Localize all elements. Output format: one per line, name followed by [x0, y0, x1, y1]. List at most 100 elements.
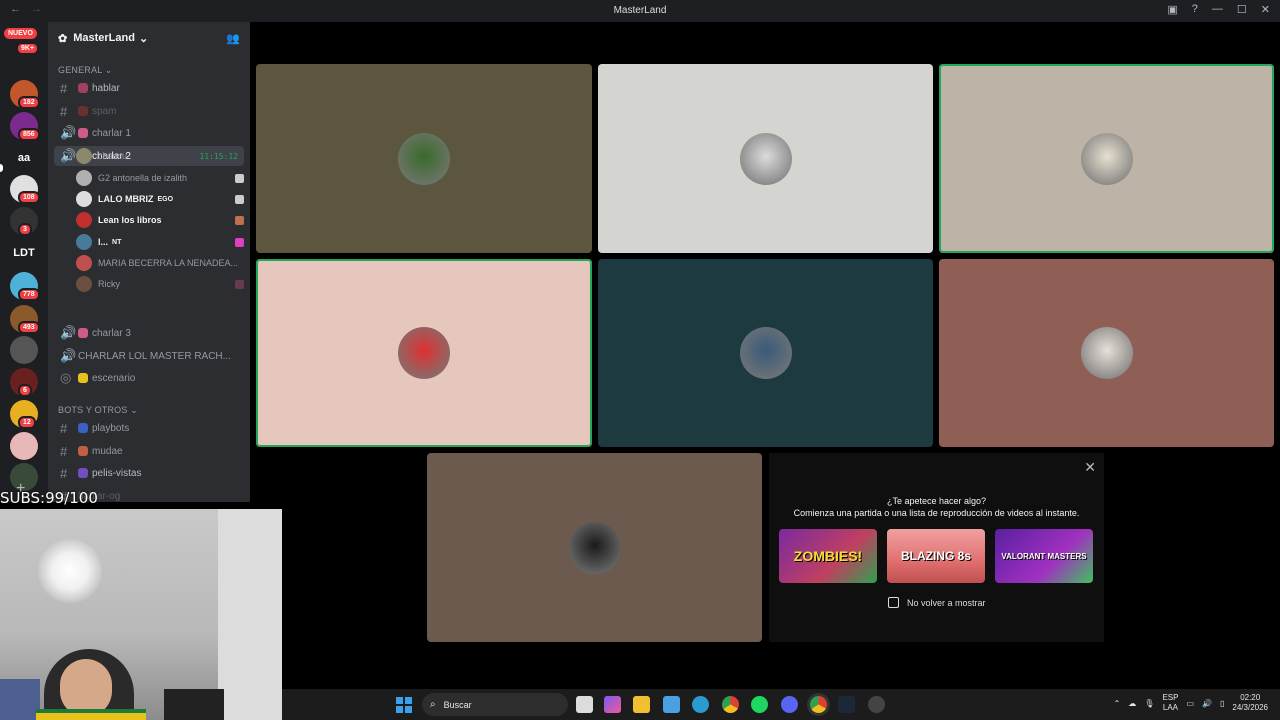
guild-header[interactable]: ✿ MasterLand ⌄ 👥: [48, 22, 250, 54]
voice-user[interactable]: MARIA BECERRA LA NENADEA...: [76, 253, 244, 273]
microphone-icon[interactable]: 🎙: [1144, 699, 1154, 708]
battery-icon[interactable]: ▯: [1220, 699, 1224, 708]
voice-user[interactable]: Lean los libros: [76, 210, 244, 230]
title-bar: ← → MasterLand ▣ ? — ☐ ✕: [0, 0, 1280, 22]
channel-mudae[interactable]: # mudae: [54, 441, 244, 461]
channel-charlar-3[interactable]: 🔊 charlar 3: [54, 323, 244, 343]
text-channel-icon: #: [60, 103, 68, 119]
category-general[interactable]: GENERAL ⌄: [58, 65, 113, 76]
voice-user[interactable]: Ricky: [76, 274, 244, 294]
add-friend-icon[interactable]: 👥: [226, 32, 240, 45]
channel-label: CHARLAR LOL MASTER RACH...: [78, 350, 231, 362]
clock-date: 24/3/2026: [1232, 703, 1268, 712]
close-icon[interactable]: ✕: [1084, 459, 1096, 476]
channel-emoji: [78, 328, 88, 338]
volume-icon[interactable]: 🔊: [1202, 699, 1212, 708]
channel-charlar-1[interactable]: 🔊 charlar 1: [54, 123, 244, 143]
voice-user[interactable]: G2 antonella de izalith: [76, 168, 244, 188]
channel-emoji: [78, 128, 88, 138]
server-icon[interactable]: LDT: [10, 239, 38, 267]
channel-emoji: [78, 423, 88, 433]
channel-label: charlar 3: [92, 327, 131, 339]
category-bots[interactable]: BOTS Y OTROS ⌄: [58, 405, 138, 416]
new-badge[interactable]: NUEVO: [4, 28, 37, 39]
chrome-active-icon[interactable]: [810, 696, 827, 713]
voice-user[interactable]: LALO MBRIZ EGO: [76, 189, 244, 209]
participant-tile[interactable]: [256, 259, 592, 447]
participant-tile[interactable]: [256, 64, 592, 253]
game-card-valorant[interactable]: VALORANT MASTERS: [995, 529, 1093, 583]
channel-emoji: [78, 373, 88, 383]
participant-tile[interactable]: [598, 64, 933, 253]
task-view-icon[interactable]: [576, 696, 593, 713]
channel-playbots[interactable]: # playbots: [54, 418, 244, 438]
discord-icon[interactable]: [781, 696, 798, 713]
app-icon[interactable]: [868, 696, 885, 713]
channel-label: charlar 1: [92, 127, 131, 139]
network-icon[interactable]: ▭: [1186, 699, 1194, 708]
voice-user[interactable]: chancu: [76, 146, 244, 166]
server-badge: 778: [18, 288, 40, 301]
dont-show-checkbox[interactable]: No volver a mostrar: [888, 597, 986, 608]
voice-user-name: Ricky: [98, 279, 120, 289]
store-icon[interactable]: [663, 696, 680, 713]
minimize-button[interactable]: —: [1212, 3, 1223, 16]
clock[interactable]: 02:20 24/3/2026: [1232, 693, 1268, 713]
server-icon[interactable]: aa: [10, 144, 38, 172]
channel-escenario[interactable]: ◎ escenario: [54, 368, 244, 388]
avatar: [76, 276, 92, 292]
activity-subtitle: Comienza una partida o una lista de repr…: [793, 508, 1080, 518]
chrome-icon[interactable]: [722, 696, 739, 713]
edge-icon[interactable]: [692, 696, 709, 713]
webcam-box: [164, 689, 224, 720]
server-icon[interactable]: [10, 336, 38, 364]
steam-icon[interactable]: [838, 696, 855, 713]
close-button[interactable]: ✕: [1261, 3, 1270, 16]
avatar: [76, 255, 92, 271]
speaker-icon: 🔊: [60, 325, 77, 340]
game-card-zombies[interactable]: ZOMBIES!: [779, 529, 877, 583]
chevron-up-icon[interactable]: ⌃: [1114, 699, 1121, 708]
server-rail: NUEVO 9K+ 182 856 aa 108 3 LDT 778 493 6 12 +: [0, 22, 48, 502]
onedrive-icon[interactable]: ☁: [1128, 699, 1136, 708]
game-card-blazing8s[interactable]: BLAZING 8s: [887, 529, 985, 583]
spotify-icon[interactable]: [751, 696, 768, 713]
language-indicator[interactable]: ESP LAA: [1162, 693, 1178, 713]
file-explorer-icon[interactable]: [633, 696, 650, 713]
system-tray: ⌃ ☁ 🎙 ESP LAA ▭ 🔊 ▯ 02:20 24/3/2026: [1114, 693, 1268, 713]
voice-user-name: Lean los libros: [98, 215, 162, 225]
channel-charlar-lol[interactable]: 🔊 CHARLAR LOL MASTER RACH...: [54, 346, 244, 366]
channel-label: hablar: [92, 82, 120, 94]
windows-start-icon[interactable]: [396, 697, 412, 713]
avatar: [76, 191, 92, 207]
checkbox-box[interactable]: [888, 597, 899, 608]
channel-pelis-vistas[interactable]: # pelis-vistas: [54, 463, 244, 483]
webcam-lamp: [38, 539, 102, 603]
avatar: [76, 212, 92, 228]
participant-avatar: [568, 521, 621, 574]
search-icon: ⌕: [430, 699, 436, 710]
webcam-shirt: [36, 709, 146, 720]
voice-user-name: LALO MBRIZ: [98, 194, 154, 204]
text-channel-icon: #: [60, 80, 68, 96]
participant-tile[interactable]: [939, 259, 1274, 447]
server-badge: 856: [18, 128, 40, 141]
channel-label: mudae: [92, 445, 123, 457]
copilot-icon[interactable]: [604, 696, 621, 713]
participant-tile[interactable]: [598, 259, 933, 447]
participant-tile[interactable]: [427, 453, 762, 642]
activity-question: ¿Te apetece hacer algo?: [886, 496, 987, 506]
channel-spam[interactable]: # spam: [54, 101, 244, 121]
participant-tile[interactable]: [939, 64, 1274, 253]
channel-emoji: [78, 446, 88, 456]
taskbar-search[interactable]: ⌕ Buscar: [422, 693, 568, 716]
help-icon[interactable]: ?: [1192, 3, 1198, 16]
inbox-icon[interactable]: ▣: [1167, 3, 1177, 16]
channel-hablar[interactable]: # hablar: [54, 78, 244, 98]
voice-user[interactable]: l... NT: [76, 232, 244, 252]
maximize-button[interactable]: ☐: [1237, 3, 1247, 16]
taskbar: ⌕ Buscar ⌃ ☁ 🎙 ESP LAA ▭ 🔊 ▯ 02:20 24/3/20…: [282, 689, 1280, 720]
voice-user-name: MARIA BECERRA LA NENADEA...: [98, 258, 239, 268]
participant-avatar: [1080, 132, 1133, 185]
server-icon[interactable]: [10, 432, 38, 460]
